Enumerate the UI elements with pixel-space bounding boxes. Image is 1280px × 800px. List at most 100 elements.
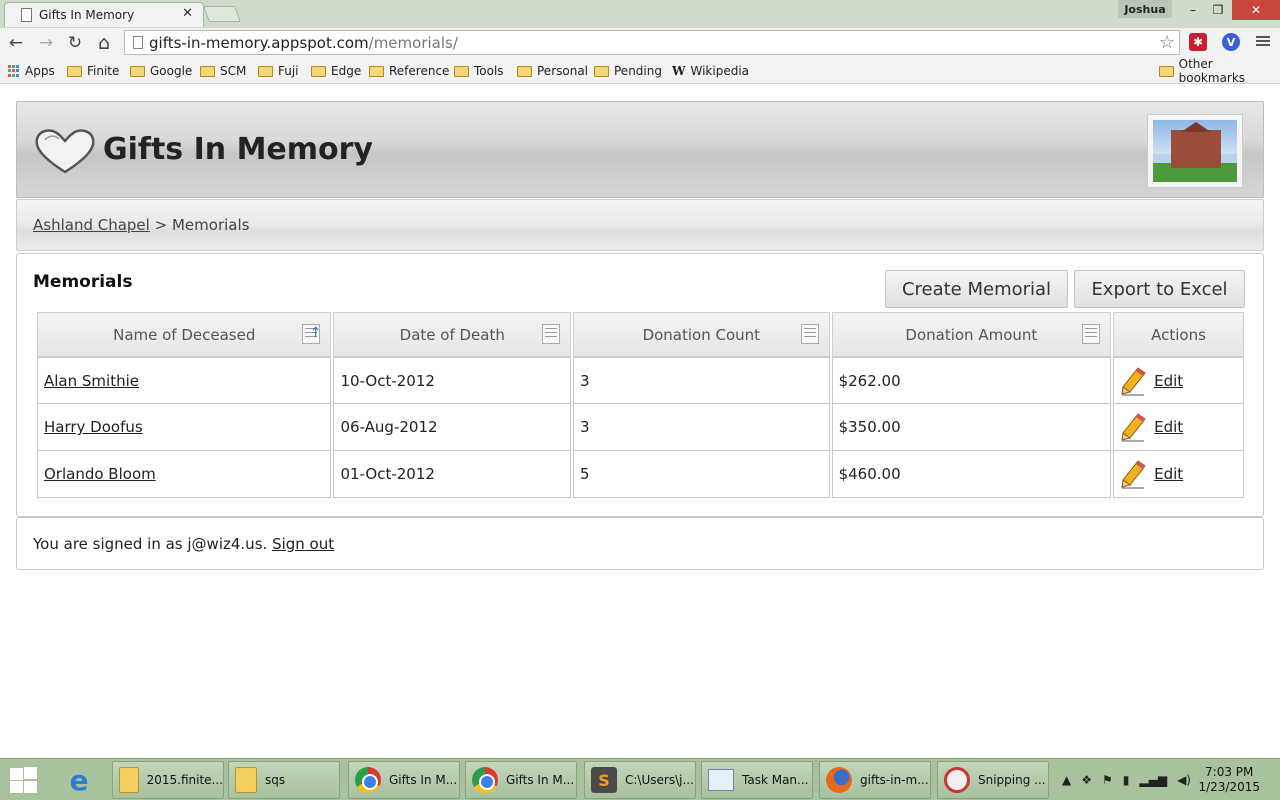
bookmark-personal[interactable]: Personal (517, 62, 588, 80)
taskbar-label: Task Man... (742, 773, 809, 787)
heart-logo-icon (35, 129, 95, 174)
other-bookmarks[interactable]: Other bookmarks (1159, 57, 1280, 85)
profile-badge[interactable]: Joshua (1118, 0, 1172, 18)
cell-count: 5 (573, 451, 830, 498)
col-header-date[interactable]: Date of Death (333, 312, 572, 357)
bookmark-scm[interactable]: SCM (200, 62, 246, 80)
folder-icon (119, 767, 139, 793)
folder-icon (517, 65, 532, 77)
memorial-link[interactable]: Orlando Bloom (44, 465, 156, 483)
bookmark-fuji[interactable]: Fuji (258, 62, 299, 80)
bookmark-label: SCM (220, 64, 247, 78)
col-header-amount[interactable]: Donation Amount (831, 312, 1112, 357)
signed-in-text: You are signed in as j@wiz4.us. (33, 535, 268, 553)
breadcrumb-separator: > (154, 216, 168, 234)
new-tab-button[interactable] (203, 6, 241, 22)
bookmark-wikipedia[interactable]: W Wikipedia (672, 62, 749, 80)
bookmark-tools[interactable]: Tools (454, 62, 504, 80)
browser-tab[interactable]: Gifts In Memory ✕ (4, 2, 204, 27)
column-menu-icon[interactable] (542, 324, 561, 344)
cell-date: 10-Oct-2012 (333, 357, 572, 404)
internet-explorer-icon[interactable]: e (62, 763, 96, 797)
bookmark-label: Personal (537, 64, 589, 78)
bookmark-pending[interactable]: Pending (594, 62, 662, 80)
create-memorial-button[interactable]: Create Memorial (885, 270, 1068, 308)
bookmark-apps[interactable]: Apps (8, 62, 55, 80)
address-bar[interactable]: gifts-in-memory.appspot.com/memorials/ ☆ (124, 30, 1180, 55)
power-icon[interactable]: ▮ (1123, 773, 1130, 787)
col-header-name[interactable]: Name of Deceased ↑ (37, 312, 332, 357)
bookmark-label: Wikipedia (690, 64, 750, 78)
taskbar-item-chrome[interactable]: Gifts In M... (465, 761, 577, 799)
bookmark-google[interactable]: Google (130, 62, 192, 80)
cell-date: 06-Aug-2012 (333, 404, 572, 451)
cell-amount: $262.00 (831, 357, 1112, 404)
tray-expand-icon[interactable]: ▲ (1062, 773, 1071, 787)
cell-actions: Edit (1113, 357, 1244, 404)
folder-icon (454, 65, 469, 77)
memorial-link[interactable]: Harry Doofus (44, 418, 143, 436)
tab-title: Gifts In Memory (39, 8, 135, 22)
cell-name: Orlando Bloom (37, 451, 332, 498)
minimize-button[interactable]: – (1180, 0, 1206, 20)
chrome-menu-icon[interactable] (1256, 34, 1270, 48)
breadcrumb: Ashland Chapel > Memorials (16, 199, 1264, 251)
taskbar-item-snipping[interactable]: Snipping ... (937, 761, 1049, 799)
extension-v-icon[interactable]: V (1222, 33, 1240, 51)
reload-icon[interactable]: ↻ (63, 32, 87, 54)
network-icon[interactable]: ▂▄▆ (1139, 773, 1167, 787)
taskbar-item-task-manager[interactable]: Task Man... (701, 761, 813, 799)
sign-out-link[interactable]: Sign out (272, 535, 334, 553)
pencil-edit-icon[interactable] (1120, 412, 1148, 442)
column-menu-sorted-icon[interactable]: ↑ (302, 324, 321, 344)
flag-icon[interactable]: ⚑ (1102, 773, 1113, 787)
edit-link[interactable]: Edit (1154, 372, 1183, 390)
bookmark-star-icon[interactable]: ☆ (1159, 32, 1175, 53)
edit-link[interactable]: Edit (1154, 418, 1183, 436)
volume-icon[interactable]: ◀) (1177, 773, 1191, 787)
tab-close-icon[interactable]: ✕ (182, 6, 193, 21)
memorial-link[interactable]: Alan Smithie (44, 372, 139, 390)
taskbar-item-chrome[interactable]: Gifts In M... (348, 761, 460, 799)
snipping-tool-icon (944, 767, 970, 793)
home-icon[interactable]: ⌂ (92, 32, 116, 54)
table-row: Alan Smithie 10-Oct-2012 3 $262.00 Edit (37, 357, 1244, 404)
back-icon[interactable]: ← (4, 32, 28, 54)
column-label: Donation Count (642, 325, 761, 344)
dropbox-icon[interactable]: ❖ (1081, 773, 1092, 787)
export-excel-button[interactable]: Export to Excel (1074, 270, 1245, 308)
sublime-text-icon: S (591, 767, 617, 793)
breadcrumb-ashland-chapel[interactable]: Ashland Chapel (33, 216, 150, 234)
column-menu-icon[interactable] (800, 324, 819, 344)
pencil-edit-icon[interactable] (1120, 366, 1148, 396)
taskbar-item-sublime[interactable]: S C:\Users\j... (584, 761, 696, 799)
maximize-button[interactable]: ❐ (1205, 0, 1231, 20)
taskbar-label: Gifts In M... (389, 773, 458, 787)
bookmark-edge[interactable]: Edge (311, 62, 361, 80)
bookmark-label: Google (150, 64, 193, 78)
breadcrumb-current: Memorials (171, 216, 250, 234)
folder-icon (200, 65, 215, 77)
signin-footer: You are signed in as j@wiz4.us. Sign out (16, 517, 1264, 570)
close-window-button[interactable]: ✕ (1232, 0, 1280, 20)
taskbar-label: sqs (265, 773, 286, 787)
windows-start-icon[interactable] (8, 767, 38, 793)
pencil-edit-icon[interactable] (1120, 459, 1148, 489)
clock[interactable]: 7:03 PM 1/23/2015 (1198, 765, 1260, 795)
column-menu-icon[interactable] (1082, 324, 1101, 344)
forward-icon[interactable]: → (34, 32, 58, 54)
taskbar-item-firefox[interactable]: gifts-in-m... (819, 761, 931, 799)
bookmark-finite[interactable]: Finite (67, 62, 119, 80)
clock-time: 7:03 PM (1205, 765, 1254, 779)
taskbar-label: Gifts In M... (506, 773, 575, 787)
col-header-count[interactable]: Donation Count (573, 312, 830, 357)
site-title[interactable]: Gifts In Memory (103, 132, 373, 167)
folder-icon (67, 65, 82, 77)
taskbar-item-folder[interactable]: 2015.finite... (112, 761, 224, 799)
bookmark-reference[interactable]: Reference (369, 62, 449, 80)
extension-red-icon[interactable]: ✱ (1189, 33, 1207, 51)
folder-icon (369, 65, 384, 77)
chrome-icon (472, 767, 498, 793)
edit-link[interactable]: Edit (1154, 465, 1183, 483)
taskbar-item-folder[interactable]: sqs (228, 761, 340, 799)
